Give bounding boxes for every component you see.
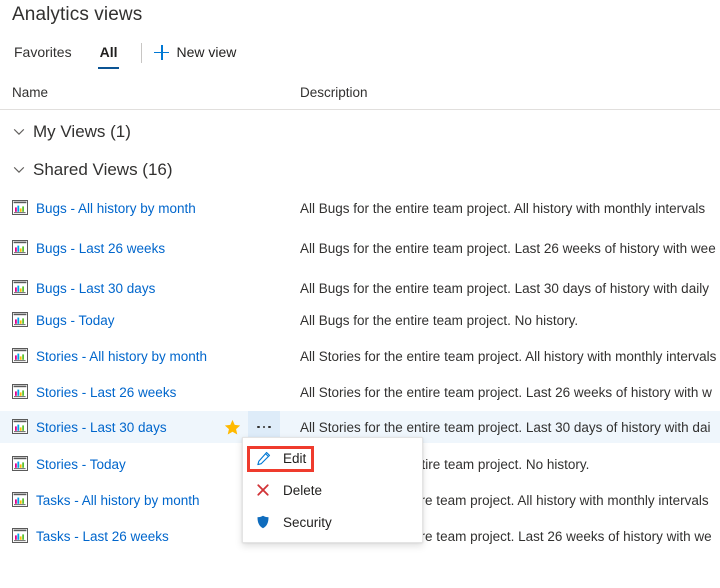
view-description: All Bugs for the entire team project. Al…: [300, 200, 706, 216]
table-row[interactable]: Bugs - Today All Bugs for the entire team…: [0, 304, 720, 336]
table-row[interactable]: Stories - Last 26 weeks All Stories for t…: [0, 376, 720, 408]
context-menu-item-security[interactable]: Security: [243, 506, 422, 538]
chevron-down-icon: [13, 128, 25, 136]
view-name-link[interactable]: Bugs - All history by month: [36, 201, 196, 216]
chart-report-icon: [12, 384, 28, 399]
view-description: All Stories for the entire team project.…: [300, 419, 711, 435]
chart-report-icon: [12, 200, 28, 215]
pencil-icon: [255, 450, 271, 466]
view-name-link[interactable]: Bugs - Last 26 weeks: [36, 241, 165, 256]
chart-report-icon: [12, 492, 28, 507]
x-close-icon: [255, 482, 271, 498]
view-name-link[interactable]: Stories - All history by month: [36, 349, 207, 364]
context-menu-item-delete[interactable]: Delete: [243, 474, 422, 506]
view-name-link[interactable]: Tasks - Last 26 weeks: [36, 529, 169, 544]
new-view-button[interactable]: New view: [152, 40, 238, 64]
view-description: All Bugs for the entire team project. La…: [300, 240, 716, 256]
new-view-label: New view: [176, 44, 237, 60]
tab-favorites[interactable]: Favorites: [12, 40, 74, 69]
view-description: All Bugs for the entire team project. La…: [300, 280, 709, 296]
context-menu-label-edit: Edit: [283, 450, 307, 466]
table-row[interactable]: Bugs - Last 30 days All Bugs for the enti…: [0, 272, 720, 304]
chart-report-icon: [12, 240, 28, 255]
pivot-tabbar: Favorites All New view: [0, 40, 720, 76]
analytics-views-page: Analytics views Favorites All New view N…: [0, 0, 720, 588]
view-description: All Stories for the entire team project.…: [300, 384, 712, 400]
chart-report-icon: [12, 348, 28, 363]
view-description: All Bugs for the entire team project. No…: [300, 312, 579, 328]
column-header-row: Name Description: [0, 80, 720, 110]
view-name-link[interactable]: Bugs - Today: [36, 313, 115, 328]
toolbar-divider: [141, 43, 143, 63]
favorite-star-icon[interactable]: [220, 415, 244, 439]
context-menu-label-delete: Delete: [283, 482, 323, 498]
column-header-name[interactable]: Name: [12, 85, 48, 100]
table-row[interactable]: Stories - All history by month All Storie…: [0, 340, 720, 372]
chart-report-icon: [12, 280, 28, 295]
view-name-link[interactable]: Stories - Today: [36, 457, 126, 472]
shield-icon: [255, 514, 271, 530]
tab-all[interactable]: All: [97, 40, 120, 69]
chart-report-icon: [12, 312, 28, 327]
chart-report-icon: [12, 456, 28, 471]
view-description: All Stories for the entire team project.…: [300, 348, 717, 364]
table-row[interactable]: Bugs - All history by month All Bugs for …: [0, 192, 720, 224]
group-header-my-views[interactable]: My Views (1): [12, 122, 131, 142]
chevron-down-icon: [13, 166, 25, 174]
group-label-my-views: My Views (1): [33, 122, 131, 141]
context-menu-label-security: Security: [283, 514, 332, 530]
chart-report-icon: [12, 528, 28, 543]
group-header-shared-views[interactable]: Shared Views (16): [12, 160, 173, 180]
context-menu: Edit Delete Security: [242, 437, 423, 543]
page-title: Analytics views: [12, 4, 143, 25]
table-row[interactable]: Bugs - Last 26 weeks All Bugs for the ent…: [0, 232, 720, 264]
view-name-link[interactable]: Stories - Last 30 days: [36, 420, 167, 435]
view-name-link[interactable]: Tasks - All history by month: [36, 493, 200, 508]
view-name-link[interactable]: Stories - Last 26 weeks: [36, 385, 176, 400]
column-header-description[interactable]: Description: [300, 85, 368, 100]
view-name-link[interactable]: Bugs - Last 30 days: [36, 281, 155, 296]
chart-report-icon: [12, 419, 28, 434]
context-menu-item-edit[interactable]: Edit: [243, 442, 422, 474]
plus-icon: [154, 44, 170, 60]
group-label-shared-views: Shared Views (16): [33, 160, 173, 179]
